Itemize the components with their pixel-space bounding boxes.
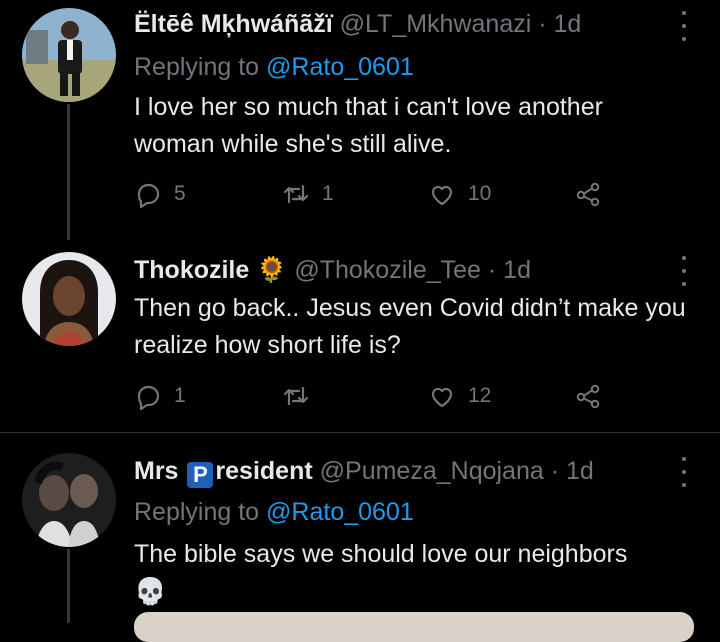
tweet-2[interactable]: Thokozile 🌻 @Thokozile_Tee · 1d Then go … bbox=[0, 240, 720, 432]
display-name[interactable]: Mrs President bbox=[134, 457, 313, 488]
share-icon bbox=[576, 384, 600, 409]
avatar[interactable] bbox=[22, 453, 116, 547]
thread-line bbox=[67, 549, 70, 623]
retweet-button[interactable]: 1 bbox=[282, 176, 334, 212]
replying-to: Replying to @Rato_0601 bbox=[134, 53, 414, 82]
mention-link[interactable]: @Rato_0601 bbox=[266, 53, 414, 81]
separator-dot: · bbox=[487, 256, 497, 284]
tweet-text: The bible says we should love our neighb… bbox=[134, 536, 704, 609]
timestamp[interactable]: 1d bbox=[554, 10, 582, 38]
tweet-header: Mrs President @Pumeza_Nqojana · 1d bbox=[134, 457, 594, 488]
tweet-header: Thokozile 🌻 @Thokozile_Tee · 1d bbox=[134, 256, 531, 285]
avatar[interactable] bbox=[22, 8, 116, 102]
reply-count: 1 bbox=[174, 384, 186, 407]
share-button[interactable] bbox=[574, 176, 602, 212]
reply-button[interactable]: 5 bbox=[134, 176, 186, 212]
user-handle[interactable]: @LT_Mkhwanazi bbox=[340, 10, 532, 38]
tweet-actions: 5 1 10 bbox=[134, 176, 614, 212]
avatar[interactable] bbox=[22, 252, 116, 346]
name-part: resident bbox=[215, 457, 313, 485]
like-button[interactable]: 10 bbox=[428, 176, 491, 212]
more-icon[interactable] bbox=[677, 256, 691, 286]
more-icon[interactable] bbox=[677, 11, 691, 41]
sunflower-icon: 🌻 bbox=[256, 256, 288, 284]
share-button[interactable] bbox=[574, 378, 602, 414]
retweet-count: 1 bbox=[322, 182, 334, 205]
like-count: 12 bbox=[468, 384, 492, 407]
reply-count: 5 bbox=[174, 182, 186, 205]
like-icon bbox=[431, 387, 453, 408]
tweet-text-line: The bible says we should love our neighb… bbox=[134, 540, 628, 568]
parking-badge-icon: P bbox=[187, 462, 214, 488]
name-part: Mrs bbox=[134, 457, 179, 485]
reply-icon bbox=[137, 385, 160, 410]
replying-prefix: Replying to bbox=[134, 498, 260, 526]
mention-link[interactable]: @Rato_0601 bbox=[266, 498, 414, 526]
display-name[interactable]: Ëltēê Mķhwáñãžï bbox=[134, 10, 333, 38]
separator-dot: · bbox=[538, 10, 547, 38]
thread-line bbox=[67, 104, 70, 240]
retweet-icon bbox=[283, 184, 309, 204]
more-icon[interactable] bbox=[677, 457, 691, 487]
skull-icon: 💀 bbox=[134, 576, 167, 606]
like-count: 10 bbox=[468, 182, 492, 205]
replying-prefix: Replying to bbox=[134, 53, 260, 81]
media-preview[interactable] bbox=[134, 612, 694, 642]
tweet-actions: 1 12 bbox=[134, 378, 614, 414]
tweet-text: I love her so much that i can't love ano… bbox=[134, 93, 603, 158]
reply-icon bbox=[137, 183, 160, 208]
reply-button[interactable]: 1 bbox=[134, 378, 186, 414]
user-handle[interactable]: @Thokozile_Tee bbox=[294, 256, 481, 284]
timestamp[interactable]: 1d bbox=[503, 256, 531, 284]
tweet-header: Ëltēê Mķhwáñãžï @LT_Mkhwanazi · 1d bbox=[134, 10, 581, 39]
tweet-3[interactable]: Mrs President @Pumeza_Nqojana · 1d Reply… bbox=[0, 433, 720, 642]
retweet-button[interactable] bbox=[282, 378, 322, 414]
tweet-1[interactable]: Ëltēê Mķhwáñãžï @LT_Mkhwanazi · 1d Reply… bbox=[0, 0, 720, 240]
retweet-icon bbox=[283, 386, 309, 406]
display-name[interactable]: Thokozile bbox=[134, 256, 249, 284]
like-button[interactable]: 12 bbox=[428, 378, 491, 414]
timestamp[interactable]: 1d bbox=[566, 457, 594, 485]
tweet-text: Then go back.. Jesus even Covid didn’t m… bbox=[134, 294, 686, 359]
user-handle[interactable]: @Pumeza_Nqojana bbox=[320, 457, 544, 485]
separator-dot: · bbox=[550, 457, 560, 485]
replying-to: Replying to @Rato_0601 bbox=[134, 498, 414, 527]
like-icon bbox=[431, 185, 453, 206]
share-icon bbox=[576, 182, 600, 207]
